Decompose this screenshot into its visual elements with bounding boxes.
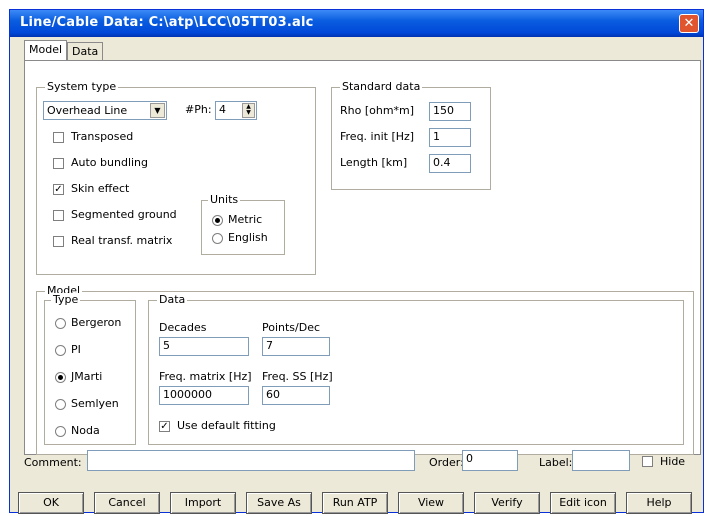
decades-input[interactable]: 5: [159, 337, 249, 356]
dialog-window: Line/Cable Data: C:\atp\LCC\05TT03.alc ✕…: [9, 9, 704, 514]
jmarti-label: JMarti: [71, 370, 103, 383]
decades-label: Decades: [159, 321, 207, 334]
chevron-down-icon[interactable]: ▼: [150, 103, 165, 118]
order-label: Order:: [429, 456, 464, 469]
skin-effect-label: Skin effect: [71, 182, 130, 195]
label-input[interactable]: [572, 450, 630, 471]
use-default-fitting-label: Use default fitting: [177, 419, 276, 432]
tab-data[interactable]: Data: [67, 42, 104, 61]
auto-bundling-checkbox[interactable]: [53, 158, 64, 169]
jmarti-radio[interactable]: [55, 372, 66, 383]
bergeron-label: Bergeron: [71, 316, 122, 329]
standard-data-group: Standard data Rho [ohm*m] 150 Freq. init…: [331, 80, 491, 190]
system-type-group: System type Overhead Line ▼ #Ph: 4 ▲ ▼ Tr…: [36, 80, 316, 275]
semlyen-label: Semlyen: [71, 397, 119, 410]
points-per-dec-label: Points/Dec: [262, 321, 321, 334]
phases-stepper[interactable]: 4 ▲ ▼: [215, 101, 257, 120]
title-bar[interactable]: Line/Cable Data: C:\atp\LCC\05TT03.alc ✕: [10, 10, 703, 37]
transposed-checkbox[interactable]: [53, 132, 64, 143]
hide-checkbox[interactable]: [642, 456, 653, 467]
real-transf-label: Real transf. matrix: [71, 234, 173, 247]
segmented-ground-label: Segmented ground: [71, 208, 177, 221]
auto-bundling-label: Auto bundling: [71, 156, 149, 169]
cancel-button[interactable]: Cancel: [94, 492, 160, 514]
pi-radio[interactable]: [55, 345, 66, 356]
phases-label: #Ph:: [185, 103, 212, 116]
import-button[interactable]: Import: [170, 492, 236, 514]
units-group: Units Metric English: [201, 193, 285, 255]
freq-matrix-label: Freq. matrix [Hz]: [159, 370, 252, 383]
close-button[interactable]: ✕: [679, 14, 699, 33]
ok-button[interactable]: OK: [18, 492, 84, 514]
noda-radio[interactable]: [55, 426, 66, 437]
type-label: Type: [51, 293, 81, 306]
english-radio[interactable]: [212, 233, 223, 244]
length-label: Length [km]: [340, 156, 408, 169]
real-transf-checkbox[interactable]: [53, 236, 64, 247]
edit-icon-button[interactable]: Edit icon: [550, 492, 616, 514]
metric-radio[interactable]: [212, 215, 223, 226]
label-label: Label:: [539, 456, 573, 469]
bergeron-radio[interactable]: [55, 318, 66, 329]
data-label: Data: [157, 293, 188, 306]
comment-label: Comment:: [24, 456, 82, 469]
hide-label: Hide: [660, 455, 686, 468]
standard-data-label: Standard data: [340, 80, 423, 93]
freq-ss-label: Freq. SS [Hz]: [262, 370, 333, 383]
system-type-value: Overhead Line: [47, 104, 128, 117]
view-button[interactable]: View: [398, 492, 464, 514]
points-per-dec-input[interactable]: 7: [262, 337, 330, 356]
pi-label: PI: [71, 343, 81, 356]
rho-input[interactable]: 150: [429, 102, 471, 121]
system-type-label: System type: [45, 80, 119, 93]
freq-ss-input[interactable]: 60: [262, 386, 330, 405]
metric-label: Metric: [228, 213, 263, 226]
order-input[interactable]: 0: [462, 450, 518, 471]
save-as-button[interactable]: Save As: [246, 492, 312, 514]
freq-init-input[interactable]: 1: [429, 128, 471, 147]
semlyen-radio[interactable]: [55, 399, 66, 410]
rho-label: Rho [ohm*m]: [340, 104, 415, 117]
type-group: Type Bergeron PI JMarti Semlyen Noda: [44, 293, 136, 445]
spin-arrows-icon[interactable]: ▲ ▼: [242, 103, 255, 118]
system-type-select[interactable]: Overhead Line ▼: [43, 101, 167, 120]
noda-label: Noda: [71, 424, 100, 437]
freq-init-label: Freq. init [Hz]: [340, 130, 415, 143]
tab-model[interactable]: Model: [24, 40, 68, 61]
length-input[interactable]: 0.4: [429, 154, 471, 173]
model-group: Model Type Bergeron PI JMarti Semlyen No…: [36, 284, 694, 455]
transposed-label: Transposed: [71, 130, 134, 143]
english-label: English: [228, 231, 268, 244]
data-group: Data Decades 5 Points/Dec 7 Freq. matrix…: [148, 293, 684, 445]
segmented-ground-checkbox[interactable]: [53, 210, 64, 221]
model-tab-panel: System type Overhead Line ▼ #Ph: 4 ▲ ▼ Tr…: [24, 60, 701, 455]
run-atp-button[interactable]: Run ATP: [322, 492, 388, 514]
freq-matrix-input[interactable]: 1000000: [159, 386, 249, 405]
skin-effect-checkbox[interactable]: ✓: [53, 184, 64, 195]
use-default-fitting-checkbox[interactable]: ✓: [159, 421, 170, 432]
comment-input[interactable]: [87, 450, 415, 471]
help-button[interactable]: Help: [626, 492, 692, 514]
window-title: Line/Cable Data: C:\atp\LCC\05TT03.alc: [20, 15, 314, 30]
phases-value: 4: [219, 103, 226, 116]
verify-button[interactable]: Verify: [474, 492, 540, 514]
units-label: Units: [208, 193, 241, 206]
